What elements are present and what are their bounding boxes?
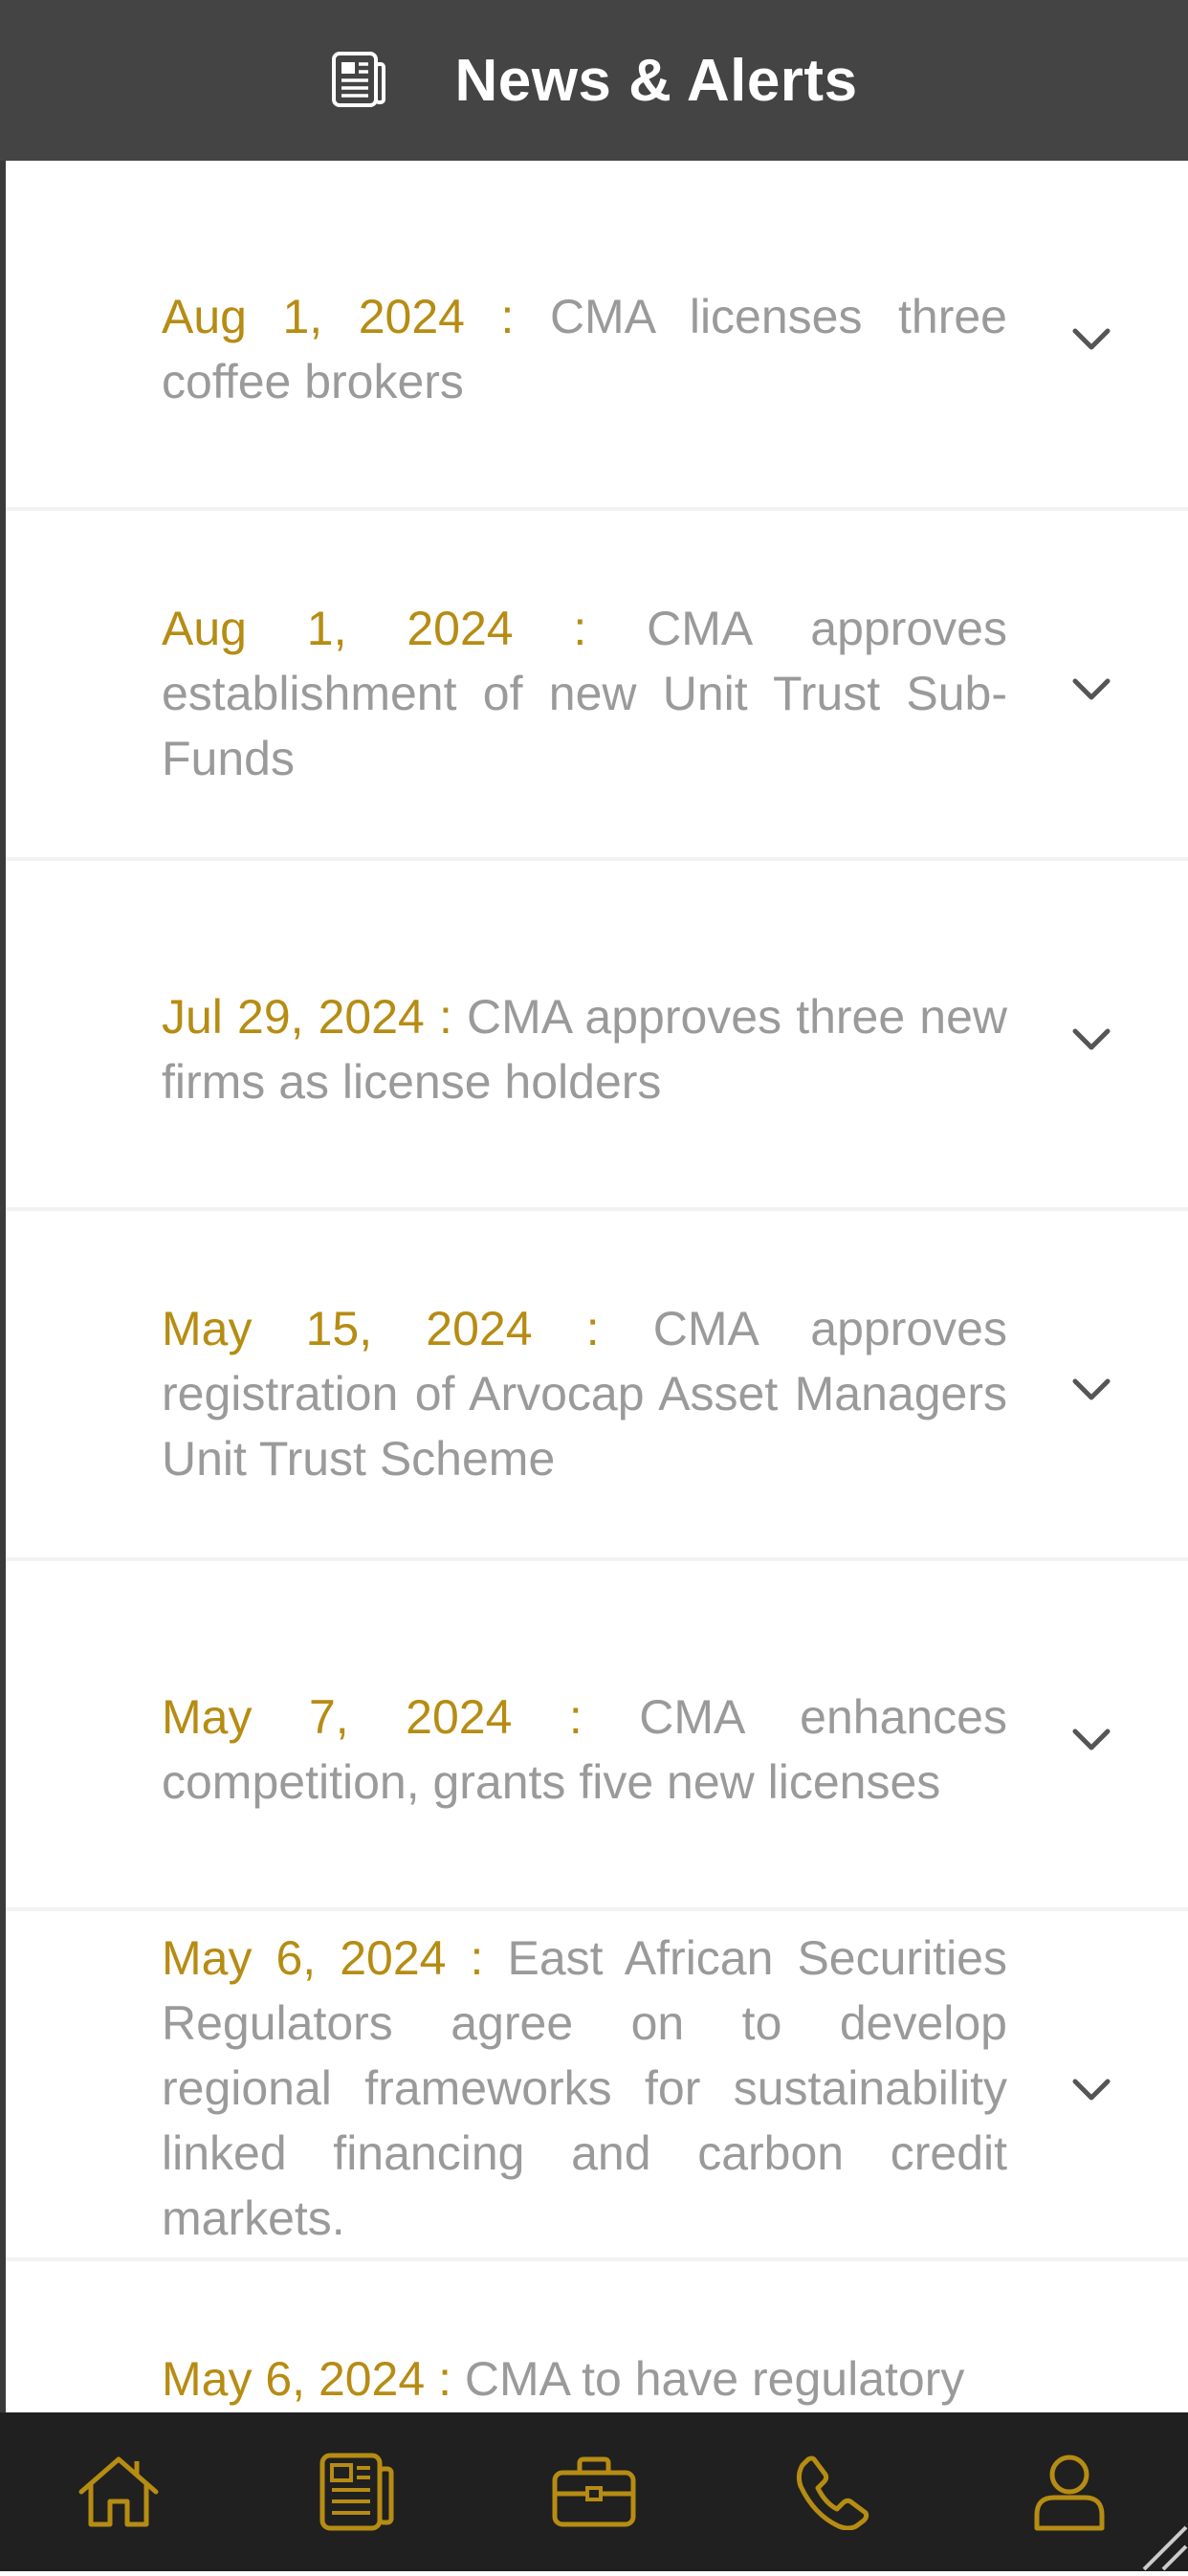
news-item[interactable]: Jul 29, 2024 : CMA approves three new fi… — [6, 861, 1188, 1211]
chevron-down-icon[interactable] — [1067, 1716, 1115, 1764]
news-separator: : — [464, 290, 550, 343]
news-text: Jul 29, 2024 : CMA approves three new fi… — [162, 984, 1007, 1114]
news-date: May 6, 2024 — [162, 2352, 426, 2406]
phone-icon[interactable] — [774, 2434, 889, 2549]
chevron-down-icon[interactable] — [1067, 666, 1115, 714]
news-separator: : — [446, 1931, 508, 1985]
news-date: Jul 29, 2024 — [162, 990, 425, 1044]
newspaper-icon — [330, 51, 386, 110]
briefcase-icon[interactable] — [537, 2434, 651, 2549]
chevron-down-icon[interactable] — [1067, 1366, 1115, 1414]
chevron-down-icon[interactable] — [1067, 2066, 1115, 2114]
news-text: May 6, 2024 : East African Securities Re… — [162, 1926, 1007, 2251]
resize-grip-icon[interactable] — [1131, 2514, 1188, 2571]
news-item[interactable]: Aug 1, 2024 : CMA approves establishment… — [6, 511, 1188, 861]
app-header: News & Alerts — [0, 0, 1188, 161]
news-separator: : — [513, 602, 648, 655]
news-item[interactable]: Aug 1, 2024 : CMA licenses three coffee … — [6, 161, 1188, 511]
news-item[interactable]: May 7, 2024 : CMA enhances competition, … — [6, 1561, 1188, 1911]
bottom-tab-bar — [0, 2412, 1188, 2571]
page-title: News & Alerts — [454, 47, 858, 114]
news-item[interactable]: May 15, 2024 : CMA approves registration… — [6, 1211, 1188, 1561]
home-icon[interactable] — [61, 2434, 176, 2549]
newspaper-icon[interactable] — [299, 2434, 414, 2549]
chevron-down-icon[interactable] — [1067, 316, 1115, 363]
news-separator: : — [425, 2352, 465, 2406]
news-item[interactable]: May 6, 2024 : CMA to have regulatory — [6, 2261, 1188, 2412]
news-item[interactable]: May 6, 2024 : East African Securities Re… — [6, 1911, 1188, 2261]
news-text: May 7, 2024 : CMA enhances competition, … — [162, 1684, 1007, 1815]
news-separator: : — [424, 990, 467, 1044]
news-text: May 15, 2024 : CMA approves registration… — [162, 1296, 1007, 1491]
news-text: Aug 1, 2024 : CMA approves establishment… — [162, 596, 1007, 791]
user-icon[interactable] — [1012, 2434, 1127, 2549]
news-headline: CMA to have regulatory — [464, 2352, 965, 2406]
news-date: May 15, 2024 — [162, 1302, 533, 1355]
news-date: Aug 1, 2024 — [162, 290, 465, 343]
news-separator: : — [532, 1302, 653, 1355]
news-text: May 6, 2024 : CMA to have regulatory — [162, 2346, 1007, 2411]
news-list[interactable]: Aug 1, 2024 : CMA licenses three coffee … — [0, 161, 1188, 2412]
chevron-down-icon[interactable] — [1067, 1016, 1115, 1064]
news-date: May 6, 2024 — [162, 1931, 447, 1985]
news-text: Aug 1, 2024 : CMA licenses three coffee … — [162, 284, 1007, 414]
news-date: Aug 1, 2024 — [162, 602, 514, 655]
news-separator: : — [512, 1690, 640, 1744]
news-date: May 7, 2024 — [162, 1690, 513, 1744]
